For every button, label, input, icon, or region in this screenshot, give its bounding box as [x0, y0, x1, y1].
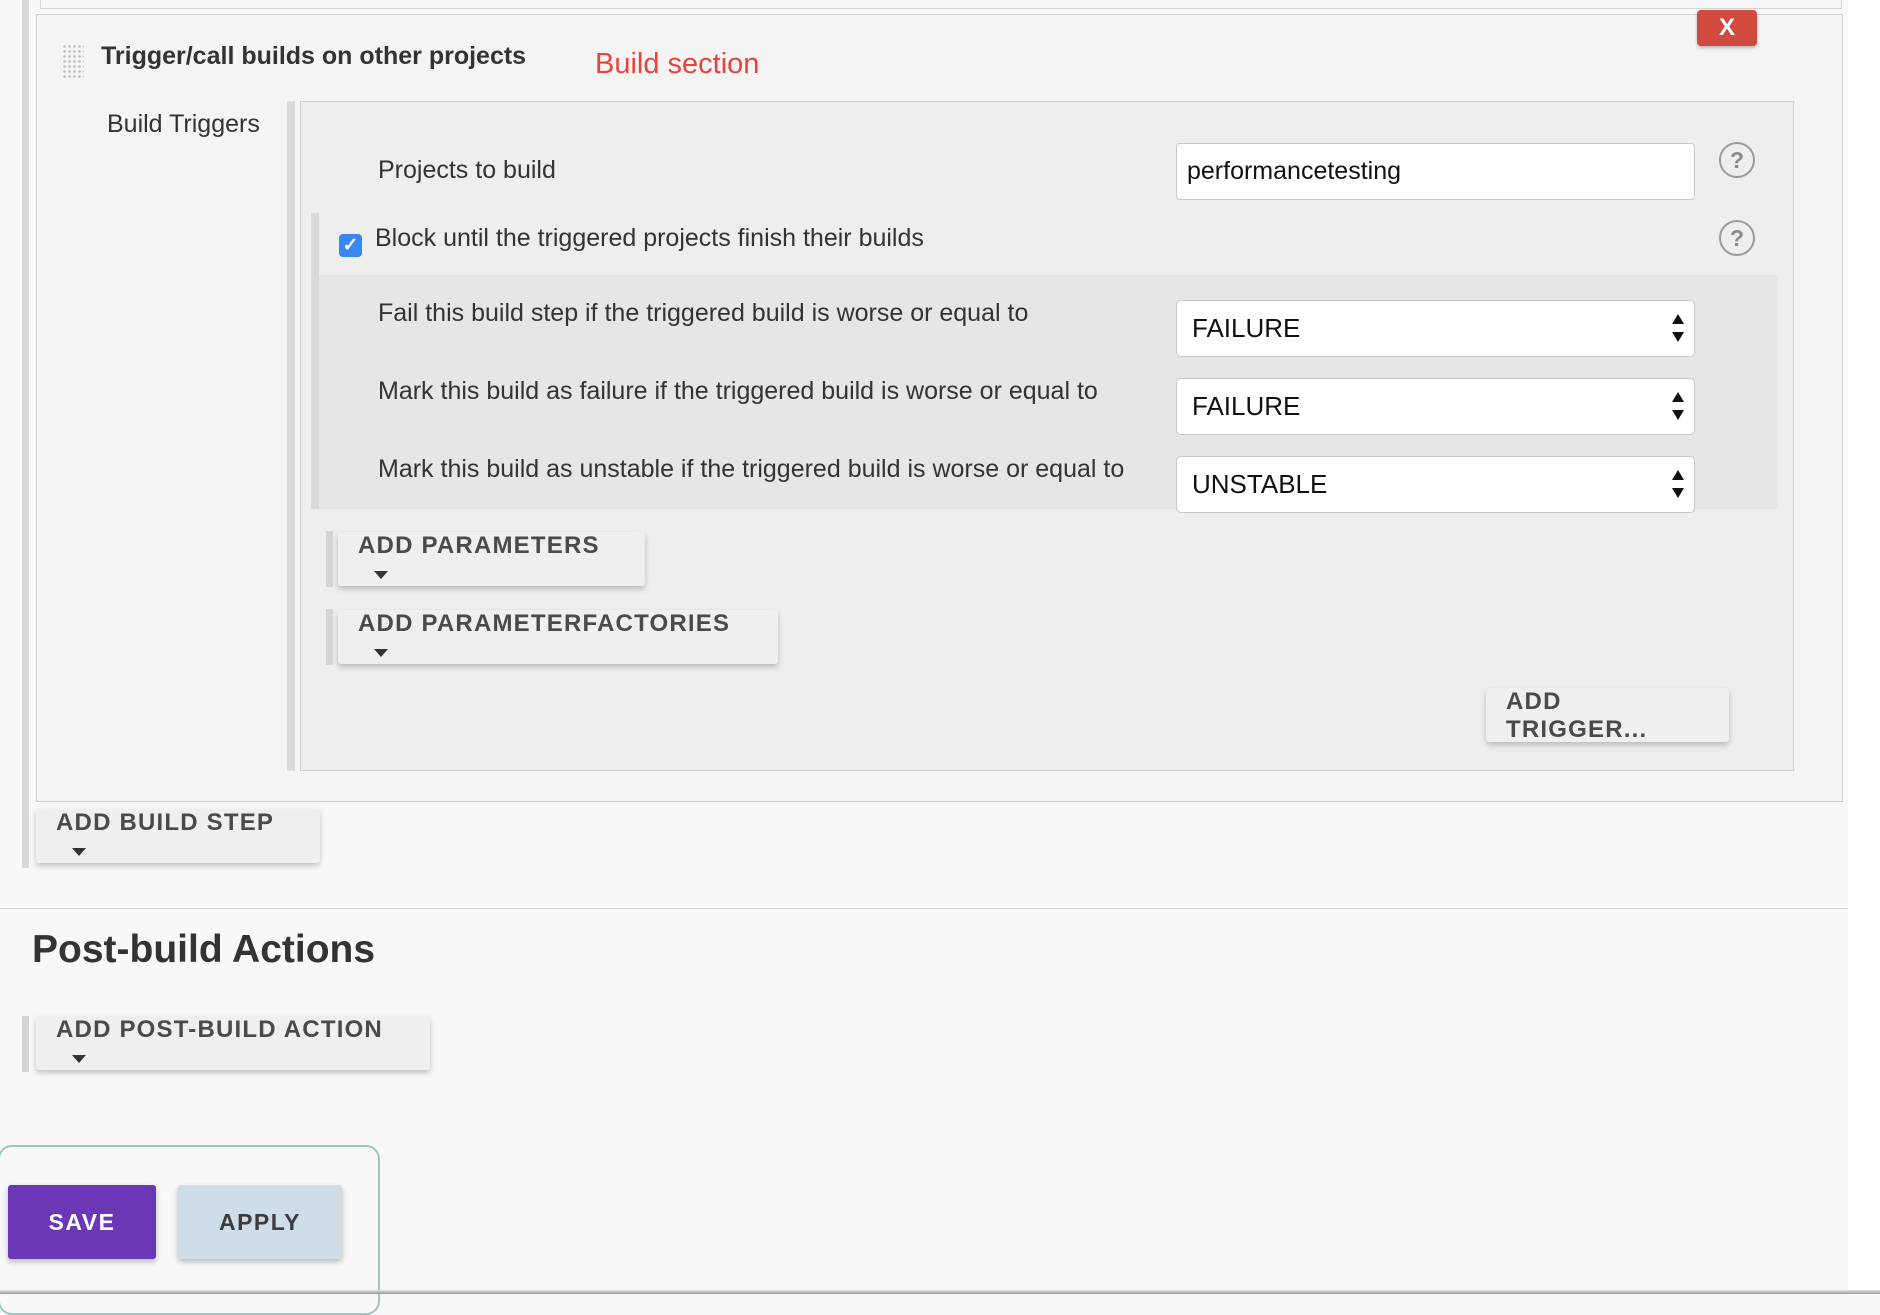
delete-step-button[interactable]: X — [1697, 10, 1757, 46]
section-divider — [0, 908, 1848, 909]
save-button[interactable]: SAVE — [8, 1185, 156, 1259]
apply-button[interactable]: APPLY — [178, 1185, 342, 1259]
post-build-actions-heading: Post-build Actions — [32, 928, 376, 971]
add-parameters-button[interactable]: ADD PARAMETERS — [338, 532, 645, 586]
caret-down-icon — [72, 847, 86, 856]
scrollbar-track[interactable] — [1848, 0, 1880, 1294]
block-section-rail — [311, 213, 319, 509]
projects-to-build-input[interactable] — [1176, 143, 1695, 200]
select-arrows-icon — [1672, 314, 1684, 342]
add-build-step-label: ADD BUILD STEP — [56, 809, 275, 836]
add-post-build-action-label: ADD POST-BUILD ACTION — [56, 1016, 383, 1043]
previous-step-edge — [40, 0, 1842, 9]
add-parameterfactories-label: ADD PARAMETERFACTORIES — [358, 610, 731, 637]
fail-step-threshold-select[interactable]: FAILURE — [1176, 300, 1695, 357]
add-build-step-button[interactable]: ADD BUILD STEP — [36, 809, 320, 863]
mark-unstable-threshold-select[interactable]: UNSTABLE — [1176, 456, 1695, 513]
projects-to-build-label: Projects to build — [378, 156, 556, 184]
select-arrows-icon — [1672, 392, 1684, 420]
caret-down-icon — [374, 570, 388, 579]
build-steps-rail — [22, 0, 29, 868]
mark-failure-threshold-label: Mark this build as failure if the trigge… — [378, 377, 1098, 405]
build-triggers-rail — [287, 101, 295, 771]
mark-unstable-threshold-label: Mark this build as unstable if the trigg… — [378, 455, 1125, 483]
build-triggers-label: Build Triggers — [107, 110, 260, 138]
add-post-build-action-button[interactable]: ADD POST-BUILD ACTION — [36, 1016, 430, 1070]
help-icon[interactable]: ? — [1719, 142, 1755, 178]
add-parameterfactories-rail — [326, 609, 333, 665]
fail-step-threshold-value: FAILURE — [1192, 313, 1301, 343]
mark-failure-threshold-select[interactable]: FAILURE — [1176, 378, 1695, 435]
step-title: Trigger/call builds on other projects — [101, 42, 527, 70]
add-parameters-rail — [326, 531, 333, 587]
build-section-annotation: Build section — [595, 48, 760, 80]
help-icon[interactable]: ? — [1719, 220, 1755, 256]
post-build-rail — [22, 1016, 29, 1072]
add-parameters-label: ADD PARAMETERS — [358, 532, 600, 559]
build-triggers-panel: Projects to build ? ✓ Block until the tr… — [300, 101, 1794, 771]
mark-failure-threshold-value: FAILURE — [1192, 391, 1301, 421]
add-parameterfactories-button[interactable]: ADD PARAMETERFACTORIES — [338, 610, 778, 664]
mark-unstable-threshold-value: UNSTABLE — [1192, 469, 1328, 499]
checkmark-icon: ✓ — [342, 235, 359, 256]
select-arrows-icon — [1672, 470, 1684, 498]
window-bottom-edge — [0, 1290, 1880, 1294]
block-until-finish-label: Block until the triggered projects finis… — [375, 224, 924, 252]
drag-handle-icon[interactable] — [62, 44, 84, 78]
caret-down-icon — [72, 1054, 86, 1063]
fail-step-threshold-label: Fail this build step if the triggered bu… — [378, 299, 1029, 327]
caret-down-icon — [374, 648, 388, 657]
add-trigger-button[interactable]: ADD TRIGGER... — [1486, 688, 1729, 743]
block-until-finish-checkbox[interactable]: ✓ — [339, 234, 362, 257]
trigger-build-step: Trigger/call builds on other projects Bu… — [36, 10, 1843, 802]
